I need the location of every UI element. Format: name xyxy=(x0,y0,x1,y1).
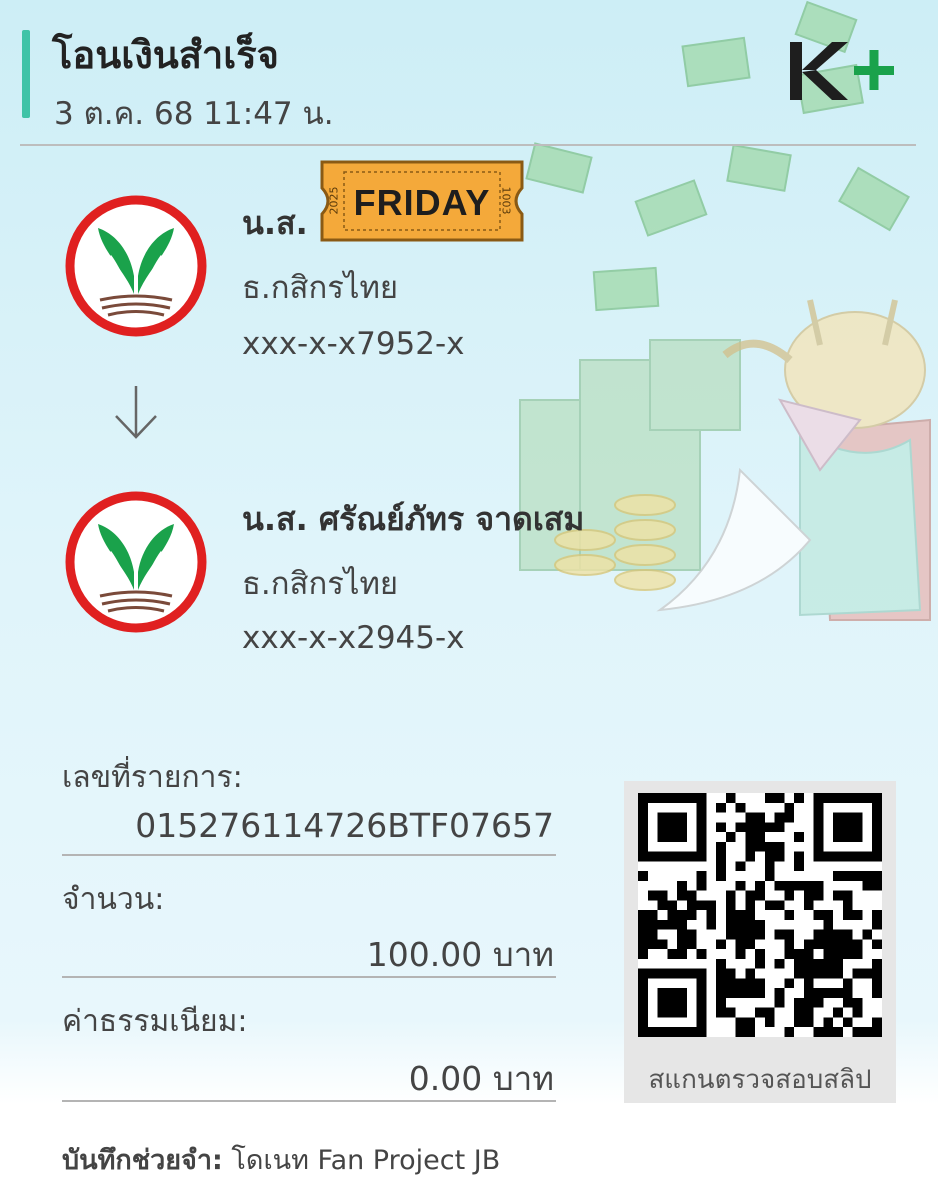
sender-name: น.ส. xyxy=(242,204,308,242)
ref-label: เลขที่รายการ: xyxy=(62,760,243,795)
receiver-name: น.ส. ศรัณย์ภัทร จาดเสม xyxy=(242,500,585,538)
divider xyxy=(62,976,556,978)
title-accent-bar xyxy=(22,30,30,118)
arrow-down-icon xyxy=(115,386,157,439)
ticket-label: FRIDAY xyxy=(353,182,491,223)
sender-bank: ธ.กสิกรไทย xyxy=(242,270,399,306)
kplus-logo-icon xyxy=(790,42,894,100)
memo-value: โดเนท Fan Project JB xyxy=(222,1145,501,1176)
sender-account: xxx-x-x7952-x xyxy=(242,326,465,362)
ref-value: 015276114726BTF07657 xyxy=(135,806,554,845)
page-title: โอนเงินสำเร็จ xyxy=(52,33,279,77)
qr-verify-box[interactable]: สแกนตรวจสอบสลิป xyxy=(624,781,896,1103)
fee-label: ค่าธรรมเนียม: xyxy=(62,1004,248,1039)
amount-value: 100.00 บาท xyxy=(366,935,554,974)
ticket-date-text: 1003 xyxy=(499,186,513,215)
memo-label: บันทึกช่วยจำ: xyxy=(62,1145,223,1176)
amount-label: จำนวน: xyxy=(62,882,165,917)
divider xyxy=(62,1100,556,1102)
receiver-account: xxx-x-x2945-x xyxy=(242,620,465,656)
kbank-logo-icon xyxy=(65,491,207,633)
kbank-logo-icon xyxy=(65,195,207,337)
memo: บันทึกช่วยจำ: โดเนท Fan Project JB xyxy=(62,1138,500,1181)
qr-caption: สแกนตรวจสอบสลิป xyxy=(648,1065,872,1095)
receiver-bank: ธ.กสิกรไทย xyxy=(242,566,399,602)
qr-code-icon[interactable] xyxy=(638,793,882,1037)
transaction-datetime: 3 ต.ค. 68 11:47 น. xyxy=(54,96,334,132)
header-divider xyxy=(20,144,916,146)
divider xyxy=(62,854,556,856)
fee-value: 0.00 บาท xyxy=(408,1059,554,1098)
friday-ticket-sticker: 2025 FRIDAY 1003 xyxy=(316,158,528,244)
